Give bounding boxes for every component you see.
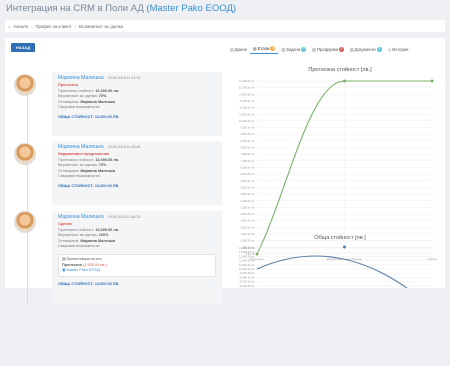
tab-2[interactable]: ▥ Задачи 0	[278, 44, 309, 54]
y-tick-label: 10,000.00 лв.	[239, 119, 255, 123]
clock-icon: ◷	[387, 46, 392, 52]
tab-4[interactable]: ▨ Документи 1	[347, 44, 385, 54]
entry-author[interactable]: Марияна Малешка	[58, 214, 104, 220]
entry-total: ОБЩА СТОЙНОСТ: 13,000.00 ЛВ.	[58, 281, 120, 286]
breadcrumb-current: Възможност за сделка	[79, 23, 123, 29]
y-tick-label: 8,000.00 лв.	[241, 146, 256, 150]
chevron-right-icon: ›	[74, 23, 77, 29]
timeline-entry: Марияна Малешка 19.06.2018 11:45:08 Индик…	[52, 141, 222, 205]
y-tick-label: 3,500.00 лв.	[241, 205, 256, 209]
tab-bar: ▤ Данни ▦ Етапи 3 ▥ Задачи 0 ▧ Проформи 0 ▨ Документ…	[227, 44, 411, 54]
y-tick-label: 7,000.00 лв.	[241, 159, 256, 163]
tab-label: Етапи	[257, 46, 270, 51]
tab-1[interactable]: ▦ Етапи 3	[249, 44, 279, 54]
y-tick-label: 12,400.00 лв.	[239, 259, 255, 263]
total-chart: 13,000.00 лв.12,800.00 лв.12,600.00 лв.1…	[239, 245, 432, 288]
timeline-line	[27, 85, 28, 305]
chevron-right-icon: ›	[31, 23, 33, 29]
timeline-entry: Марияна Малешка 19.06.2018 11:46:33 Сделк…	[52, 211, 222, 304]
y-tick-label: 13,000.00 лв.	[239, 79, 255, 83]
y-tick-label: 2,500.00 лв.	[241, 219, 256, 223]
y-tick-label: 3,000.00 лв.	[241, 212, 256, 216]
y-tick-label: 12,500.00 лв.	[239, 86, 255, 90]
entry-total: ОБЩА СТОЙНОСТ: 13,000.00 ЛВ.	[58, 184, 120, 189]
tab-label: Проформи	[316, 46, 338, 52]
entry-line: Свързани възможности:	[58, 174, 101, 179]
y-tick-label: 11,400.00 лв.	[239, 280, 255, 284]
breadcrumb-profile[interactable]: Профил на клиент	[36, 24, 72, 29]
tab-5[interactable]: ◷ История	[385, 44, 412, 54]
tab-badge: 0	[338, 46, 344, 52]
y-tick-label: 9,500.00 лв.	[241, 126, 256, 130]
related-opportunity: ▤ Презентация на отп Прогнозно (1,500.00…	[58, 254, 216, 277]
folder-icon: ▨	[349, 46, 354, 52]
y-tick-label: 7,500.00 лв.	[241, 152, 256, 156]
y-tick-label: 12,000.00 лв.	[239, 92, 255, 96]
tab-label: История	[392, 46, 409, 52]
tab-3[interactable]: ▧ Проформи 0	[309, 44, 347, 54]
chart-title: Обща стойност [лв.]	[314, 235, 366, 241]
chart-title: Прогнозна стойност [лв.]	[308, 67, 372, 73]
back-button[interactable]: НАЗАД	[11, 43, 35, 52]
y-tick-label: 13,000.00 лв.	[239, 246, 255, 250]
y-tick-label: 5,500.00 лв.	[241, 179, 256, 183]
entry-time: 19.06.2018 11:46:33	[107, 215, 141, 219]
entry-author[interactable]: Марияна Малешка	[58, 144, 104, 150]
y-tick-label: 4,000.00 лв.	[241, 199, 256, 203]
y-tick-label: 12,200.00 лв.	[239, 263, 255, 267]
y-tick-label: 4,500.00 лв.	[241, 192, 256, 196]
y-tick-label: 9,000.00 лв.	[241, 132, 256, 136]
avatar	[14, 74, 36, 96]
y-tick-label: 10,500.00 лв.	[239, 112, 255, 116]
y-tick-label: 2,000.00 лв.	[241, 225, 256, 229]
related-company[interactable]: ▣ Master Pako ЕООД	[62, 268, 212, 273]
y-tick-label: 5,000.00 лв.	[241, 185, 256, 189]
timeline-entry: Марияна Малешка 19.06.2018 11:43:15 Прогн…	[52, 72, 222, 136]
tab-label: Задачи	[286, 46, 301, 52]
tab-badge: 0	[301, 46, 307, 52]
entry-line: Свързани възможности:	[58, 244, 101, 249]
tab-label: Данни	[234, 46, 247, 52]
y-tick-label: 8,500.00 лв.	[241, 139, 256, 143]
file-icon: ▧	[312, 46, 316, 52]
breadcrumb-home[interactable]: Начало	[14, 24, 29, 29]
entry-total: ОБЩА СТОЙНОСТ: 12,000.00 ЛВ.	[58, 115, 120, 120]
avatar	[14, 211, 36, 233]
y-tick-label: 11,000.00 лв.	[239, 106, 255, 110]
card-icon: ▤	[230, 46, 234, 52]
y-tick-label: 6,500.00 лв.	[241, 166, 256, 170]
company-link[interactable]: (Master Pako ЕООД)	[146, 3, 236, 14]
y-tick-label: 6,000.00 лв.	[241, 172, 256, 176]
tab-label: Документи	[354, 46, 376, 52]
data-point	[343, 79, 346, 83]
y-tick-label: 11,500.00 лв.	[239, 99, 255, 103]
tab-badge: 1	[376, 46, 382, 52]
entry-line: Свързани възможности:	[58, 105, 101, 110]
avatar	[14, 143, 36, 165]
main-card: НАЗАД ▤ Данни ▦ Етапи 3 ▥ Задачи 0 ▧ Проформи 0 ▨ До…	[5, 38, 445, 305]
y-tick-label: 12,800.00 лв.	[239, 250, 255, 254]
data-point	[430, 79, 434, 83]
entry-author[interactable]: Марияна Малешка	[58, 75, 104, 81]
y-tick-label: 11,800.00 лв.	[239, 271, 255, 275]
y-tick-label: 11,200.00 лв.	[239, 284, 255, 288]
entry-time: 19.06.2018 11:45:08	[107, 145, 141, 149]
document-icon: ▤	[62, 257, 66, 262]
table-icon: ▦	[252, 46, 257, 51]
company-icon: ▣	[62, 268, 66, 273]
entry-time: 19.06.2018 11:43:15	[107, 76, 141, 80]
page-title: Интеграция на CRM в Поли АД (Master Pako…	[6, 3, 237, 14]
y-tick-label: 12,600.00 лв.	[239, 254, 255, 258]
data-point	[343, 245, 346, 249]
tab-0[interactable]: ▤ Данни	[227, 44, 250, 54]
y-tick-label: 12,000.00 лв.	[239, 267, 255, 271]
y-tick-label: 11,600.00 лв.	[239, 275, 255, 279]
breadcrumb: ⌂ Начало › Профил на клиент › Възможност…	[5, 20, 445, 32]
home-icon: ⌂	[8, 23, 11, 29]
clipboard-icon: ▥	[281, 46, 286, 52]
tab-badge: 3	[270, 46, 276, 51]
